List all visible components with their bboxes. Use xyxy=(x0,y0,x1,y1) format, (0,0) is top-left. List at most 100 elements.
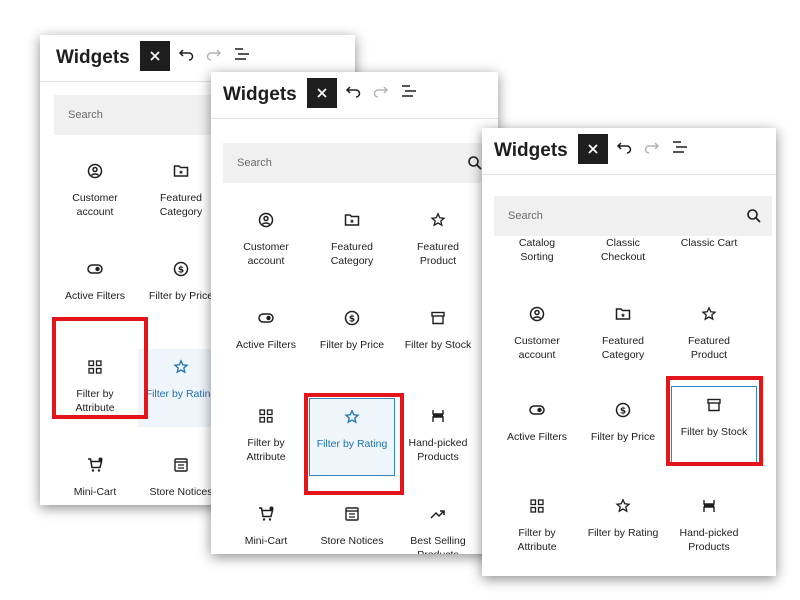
close-button[interactable] xyxy=(307,78,337,108)
search-field[interactable]: Search xyxy=(223,143,493,183)
panel-title: Widgets xyxy=(223,84,297,105)
widget-label: Active Filters xyxy=(235,339,297,351)
widget-label: Filter by Price xyxy=(590,431,656,443)
widget-label: Best Selling Products xyxy=(410,535,466,554)
widget-filter-by-rating[interactable]: Filter by Rating xyxy=(580,488,666,566)
user-circle-icon xyxy=(529,306,545,322)
widget-label: Featured Product xyxy=(687,335,731,361)
widget-filter-by-price[interactable]: $ Filter by Price xyxy=(309,300,395,378)
widget-label: Active Filters xyxy=(506,431,568,443)
cart-icon xyxy=(259,506,274,521)
trend-icon xyxy=(430,510,445,519)
undo-button[interactable] xyxy=(614,136,634,158)
scrolled-row-partial: Catalog Sorting Classic Checkout Classic… xyxy=(482,238,776,280)
list-view-button[interactable] xyxy=(670,136,690,158)
list-view-button[interactable] xyxy=(232,43,252,65)
widget-label: Filter by Stock xyxy=(404,339,472,351)
highlight-frame-filter-by-attribute xyxy=(52,317,148,419)
grid-icon xyxy=(530,499,544,513)
widget-hand-picked-products[interactable]: Hand-picked Products xyxy=(666,488,752,566)
widgets-panel-middle: Widgets Search Customer account Featured… xyxy=(211,72,498,554)
widget-label: Mini-Cart xyxy=(244,535,288,547)
toggle-icon xyxy=(529,405,545,415)
list-view-icon xyxy=(673,141,687,153)
widget-label: Hand-picked Products xyxy=(679,527,739,553)
toggle-icon xyxy=(258,313,274,323)
redo-button[interactable] xyxy=(204,43,224,65)
list-view-icon xyxy=(235,48,249,60)
panel-header: Widgets xyxy=(482,128,776,175)
list-view-icon xyxy=(402,85,416,97)
widget-best-selling-products[interactable]: Best Selling Products xyxy=(395,496,481,554)
undo-icon xyxy=(616,142,632,154)
redo-button[interactable] xyxy=(642,136,662,158)
search-placeholder: Search xyxy=(68,109,103,121)
widget-featured-category[interactable]: Featured Category xyxy=(580,296,666,374)
svg-text:$: $ xyxy=(349,314,355,324)
redo-button[interactable] xyxy=(371,80,391,102)
close-button[interactable] xyxy=(140,41,170,71)
close-icon xyxy=(150,51,160,61)
search-icon xyxy=(747,209,761,223)
widget-customer-account[interactable]: Customer account xyxy=(494,296,580,374)
toggle-icon xyxy=(87,264,103,274)
redo-icon xyxy=(373,86,389,98)
star-icon xyxy=(701,306,717,321)
folder-star-icon xyxy=(173,165,189,177)
hand-picked-icon xyxy=(432,410,444,422)
widget-filter-by-attribute[interactable]: Filter by Attribute xyxy=(494,488,580,566)
search-field[interactable]: Search xyxy=(494,196,772,236)
cart-icon xyxy=(88,457,103,472)
widget-customer-account[interactable]: Customer account xyxy=(223,202,309,280)
widget-featured-category[interactable]: Featured Category xyxy=(309,202,395,280)
widget-label: Customer account xyxy=(72,192,118,218)
widget-label: Filter by Attribute xyxy=(517,527,557,553)
widget-label: Mini-Cart xyxy=(73,486,117,498)
undo-button[interactable] xyxy=(343,80,363,102)
svg-text:$: $ xyxy=(620,406,626,416)
highlight-frame-filter-by-rating xyxy=(304,393,404,495)
folder-star-icon xyxy=(615,308,631,320)
undo-icon xyxy=(178,49,194,61)
widget-filter-by-attribute[interactable]: Filter by Attribute xyxy=(223,398,309,476)
widget-label: Filter by Price xyxy=(319,339,385,351)
widget-featured-product[interactable]: Featured Product xyxy=(666,296,752,374)
notice-icon xyxy=(174,458,188,472)
widget-customer-account[interactable]: Customer account xyxy=(52,153,138,231)
widget-mini-cart[interactable]: Mini-Cart xyxy=(52,447,138,505)
widget-label: Customer account xyxy=(243,241,289,267)
close-icon xyxy=(588,144,598,154)
widget-label: Featured Product xyxy=(416,241,460,267)
widget-label: Filter by Rating xyxy=(587,527,659,539)
widget-label: Classic Checkout xyxy=(600,238,646,263)
widget-label: Active Filters xyxy=(64,290,126,302)
widget-label: Filter by Attribute xyxy=(246,437,286,463)
dollar-circle-icon: $ xyxy=(344,310,360,326)
widget-filter-by-stock[interactable]: Filter by Stock xyxy=(395,300,481,378)
undo-icon xyxy=(345,86,361,98)
widget-label: Customer account xyxy=(514,335,560,361)
hand-picked-icon xyxy=(703,500,715,512)
list-view-button[interactable] xyxy=(399,80,419,102)
star-icon xyxy=(430,212,446,227)
widget-label: Hand-picked Products xyxy=(408,437,468,463)
svg-text:$: $ xyxy=(178,265,184,275)
redo-icon xyxy=(206,49,222,61)
close-button[interactable] xyxy=(578,134,608,164)
star-icon xyxy=(615,498,631,513)
widget-active-filters[interactable]: Active Filters xyxy=(494,392,580,470)
widget-filter-by-price[interactable]: $ Filter by Price xyxy=(580,392,666,470)
widget-active-filters[interactable]: Active Filters xyxy=(223,300,309,378)
search-placeholder: Search xyxy=(237,157,272,169)
widget-label: Featured Category xyxy=(601,335,645,361)
panel-title: Widgets xyxy=(56,47,130,68)
widget-featured-product[interactable]: Featured Product xyxy=(395,202,481,280)
notice-icon xyxy=(345,507,359,521)
box-icon xyxy=(431,311,445,325)
panel-header: Widgets xyxy=(211,72,498,119)
widget-mini-cart[interactable]: Mini-Cart xyxy=(223,496,309,554)
widget-hand-picked-products[interactable]: Hand-picked Products xyxy=(395,398,481,476)
undo-button[interactable] xyxy=(176,43,196,65)
widget-store-notices[interactable]: Store Notices xyxy=(309,496,395,554)
folder-star-icon xyxy=(344,214,360,226)
